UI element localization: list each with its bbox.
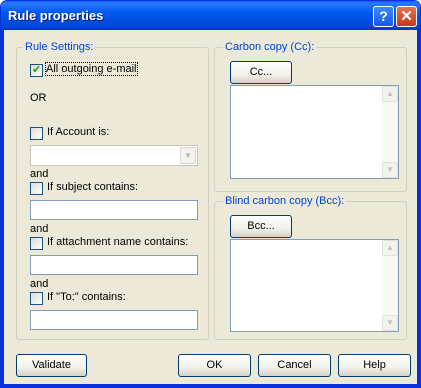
validate-button[interactable]: Validate bbox=[16, 354, 87, 377]
if-subject-checkbox[interactable] bbox=[30, 182, 43, 195]
scroll-down-icon[interactable]: ▼ bbox=[382, 315, 398, 331]
bcc-list[interactable]: ▲ ▼ bbox=[230, 239, 399, 332]
all-outgoing-checkbox[interactable] bbox=[30, 63, 43, 77]
title-bar[interactable]: Rule properties ? ✕ bbox=[1, 1, 420, 30]
ok-button-label: OK bbox=[206, 359, 223, 371]
rule-properties-dialog: Rule properties ? ✕ Rule Settings: All o… bbox=[0, 0, 421, 388]
if-attachment-checkbox[interactable] bbox=[30, 237, 43, 250]
cc-scrollbar[interactable]: ▲ ▼ bbox=[382, 86, 398, 178]
window-frame-left bbox=[1, 30, 4, 387]
if-account-checkbox[interactable] bbox=[30, 127, 43, 140]
if-to-checkbox[interactable] bbox=[30, 292, 43, 305]
scroll-up-icon[interactable]: ▲ bbox=[382, 240, 398, 256]
all-outgoing-label[interactable]: All outgoing e-mail bbox=[45, 62, 138, 76]
close-icon: ✕ bbox=[400, 8, 413, 25]
cc-list[interactable]: ▲ ▼ bbox=[230, 85, 399, 179]
to-input[interactable] bbox=[30, 310, 198, 330]
account-dropdown[interactable]: ▼ bbox=[30, 145, 198, 166]
chevron-down-icon[interactable]: ▼ bbox=[180, 147, 196, 164]
or-label: OR bbox=[30, 92, 47, 104]
rule-settings-legend: Rule Settings: bbox=[23, 41, 96, 53]
help-button[interactable]: Help bbox=[338, 354, 411, 377]
bcc-scrollbar[interactable]: ▲ ▼ bbox=[382, 240, 398, 331]
subject-input[interactable] bbox=[30, 200, 198, 220]
window-frame-right bbox=[417, 30, 420, 387]
if-subject-label[interactable]: If subject contains: bbox=[47, 181, 138, 193]
help-icon: ? bbox=[379, 8, 388, 24]
scroll-down-icon[interactable]: ▼ bbox=[382, 162, 398, 178]
cancel-button[interactable]: Cancel bbox=[258, 354, 331, 377]
cancel-button-label: Cancel bbox=[277, 359, 312, 371]
help-title-button[interactable]: ? bbox=[373, 6, 394, 27]
cc-button[interactable]: Cc... bbox=[230, 61, 292, 84]
if-attachment-label[interactable]: If attachment name contains: bbox=[47, 236, 188, 248]
scroll-up-icon[interactable]: ▲ bbox=[382, 86, 398, 102]
close-button[interactable]: ✕ bbox=[396, 6, 417, 27]
validate-button-label: Validate bbox=[32, 359, 71, 371]
window-title: Rule properties bbox=[8, 8, 104, 23]
bcc-button-label: Bcc... bbox=[247, 220, 275, 232]
help-button-label: Help bbox=[363, 359, 386, 371]
if-account-label[interactable]: If Account is: bbox=[47, 126, 109, 138]
carbon-copy-legend: Carbon copy (Cc): bbox=[223, 41, 317, 53]
and-label: and bbox=[30, 168, 49, 180]
cc-button-label: Cc... bbox=[249, 66, 273, 78]
and-label: and bbox=[30, 278, 49, 290]
and-label: and bbox=[30, 223, 49, 235]
if-to-label[interactable]: If "To:" contains: bbox=[47, 291, 126, 303]
ok-button[interactable]: OK bbox=[178, 354, 251, 377]
blind-carbon-copy-legend: Blind carbon copy (Bcc): bbox=[223, 195, 347, 207]
attachment-input[interactable] bbox=[30, 255, 198, 275]
window-frame-bottom bbox=[1, 384, 420, 387]
bcc-button[interactable]: Bcc... bbox=[230, 215, 292, 238]
